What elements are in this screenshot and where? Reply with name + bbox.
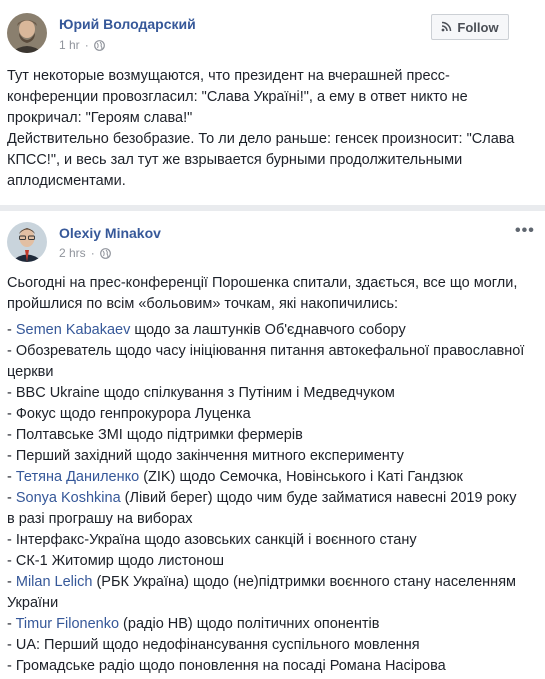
author-name[interactable]: Юрий Володарский — [59, 16, 196, 32]
paragraph: Тут некоторые возмущаются, что президент… — [7, 68, 468, 126]
question-list: - Semen Kabakaev щодо за лаштунків Об'єд… — [7, 320, 527, 677]
item-text: - Полтавське ЗМІ щодо підтримки фермерів — [7, 427, 303, 443]
intro-paragraph: Сьогодні на прес-конференції Порошенка с… — [7, 275, 518, 312]
mention-link[interactable]: Milan Lelich — [16, 574, 93, 590]
mention-link[interactable]: Тетяна Даниленко — [16, 469, 139, 485]
list-item: - Громадське радіо щодо поновлення на по… — [7, 656, 527, 677]
item-text: - Перший західний щодо закінчення митног… — [7, 448, 404, 464]
timestamp[interactable]: 2 hrs — [59, 246, 86, 260]
post-meta: 1 hr · — [59, 38, 105, 52]
follow-button[interactable]: Follow — [431, 14, 509, 40]
list-item: - Обозреватель щодо часу ініціювання пит… — [7, 341, 527, 383]
rss-icon — [441, 20, 452, 35]
item-text: (радіо НВ) щодо політичних опонентів — [119, 616, 380, 632]
list-item: - Sonya Koshkina (Лівий берег) щодо чим … — [7, 488, 527, 530]
paragraph: Действительно безобразие. То ли дело ран… — [7, 131, 515, 189]
post-text: Тут некоторые возмущаются, что президент… — [7, 66, 527, 192]
list-item: - Фокус щодо генпрокурора Луценка — [7, 404, 527, 425]
follow-label: Follow — [457, 19, 499, 35]
item-text: - Інтерфакс-Україна щодо азовських санкц… — [7, 532, 417, 548]
post-meta: 2 hrs · — [59, 246, 111, 260]
list-item: - Інтерфакс-Україна щодо азовських санкц… — [7, 530, 527, 551]
list-item: - UA: Перший щодо недофінансування суспі… — [7, 635, 527, 656]
globe-icon — [99, 247, 111, 259]
list-item: - Тетяна Даниленко (ZIK) щодо Семочка, Н… — [7, 467, 527, 488]
post-text: Сьогодні на прес-конференції Порошенка с… — [7, 273, 527, 677]
item-text: - — [7, 574, 16, 590]
item-text: - Громадське радіо щодо поновлення на по… — [7, 658, 446, 674]
item-text: - — [7, 616, 16, 632]
list-item: - Перший західний щодо закінчення митног… — [7, 446, 527, 467]
mention-link[interactable]: Semen Kabakaev — [16, 322, 130, 338]
list-item: - Semen Kabakaev щодо за лаштунків Об'єд… — [7, 320, 527, 341]
item-text: щодо за лаштунків Об'єднавчого собору — [130, 322, 406, 338]
list-item: - Timur Filonenko (радіо НВ) щодо політи… — [7, 614, 527, 635]
timestamp[interactable]: 1 hr — [59, 38, 80, 52]
avatar[interactable] — [7, 222, 47, 262]
avatar[interactable] — [7, 13, 47, 53]
mention-link[interactable]: Timur Filonenko — [16, 616, 119, 632]
item-text: - UA: Перший щодо недофінансування суспі… — [7, 637, 420, 653]
list-item: - Полтавське ЗМІ щодо підтримки фермерів — [7, 425, 527, 446]
list-item: - BBC Ukraine щодо спілкування з Путіним… — [7, 383, 527, 404]
item-text: (ZIK) щодо Семочка, Новінського і Каті Г… — [139, 469, 463, 485]
item-text: - — [7, 469, 16, 485]
item-text: - Фокус щодо генпрокурора Луценка — [7, 406, 251, 422]
item-text: - Обозреватель щодо часу ініціювання пит… — [7, 343, 525, 380]
author-name[interactable]: Olexiy Minakov — [59, 225, 161, 241]
item-text: - BBC Ukraine щодо спілкування з Путіним… — [7, 385, 395, 401]
separator: · — [90, 246, 95, 260]
item-text: - — [7, 490, 16, 506]
post-divider — [0, 205, 545, 211]
list-item: - СК-1 Житомир щодо листонош — [7, 551, 527, 572]
mention-link[interactable]: Sonya Koshkina — [16, 490, 121, 506]
list-item: - Milan Lelich (РБК Україна) щодо (не)пі… — [7, 572, 527, 614]
more-options-button[interactable]: ••• — [515, 223, 535, 239]
item-text: - — [7, 322, 16, 338]
separator: · — [84, 38, 89, 52]
item-text: - СК-1 Житомир щодо листонош — [7, 553, 225, 569]
globe-icon — [93, 39, 105, 51]
